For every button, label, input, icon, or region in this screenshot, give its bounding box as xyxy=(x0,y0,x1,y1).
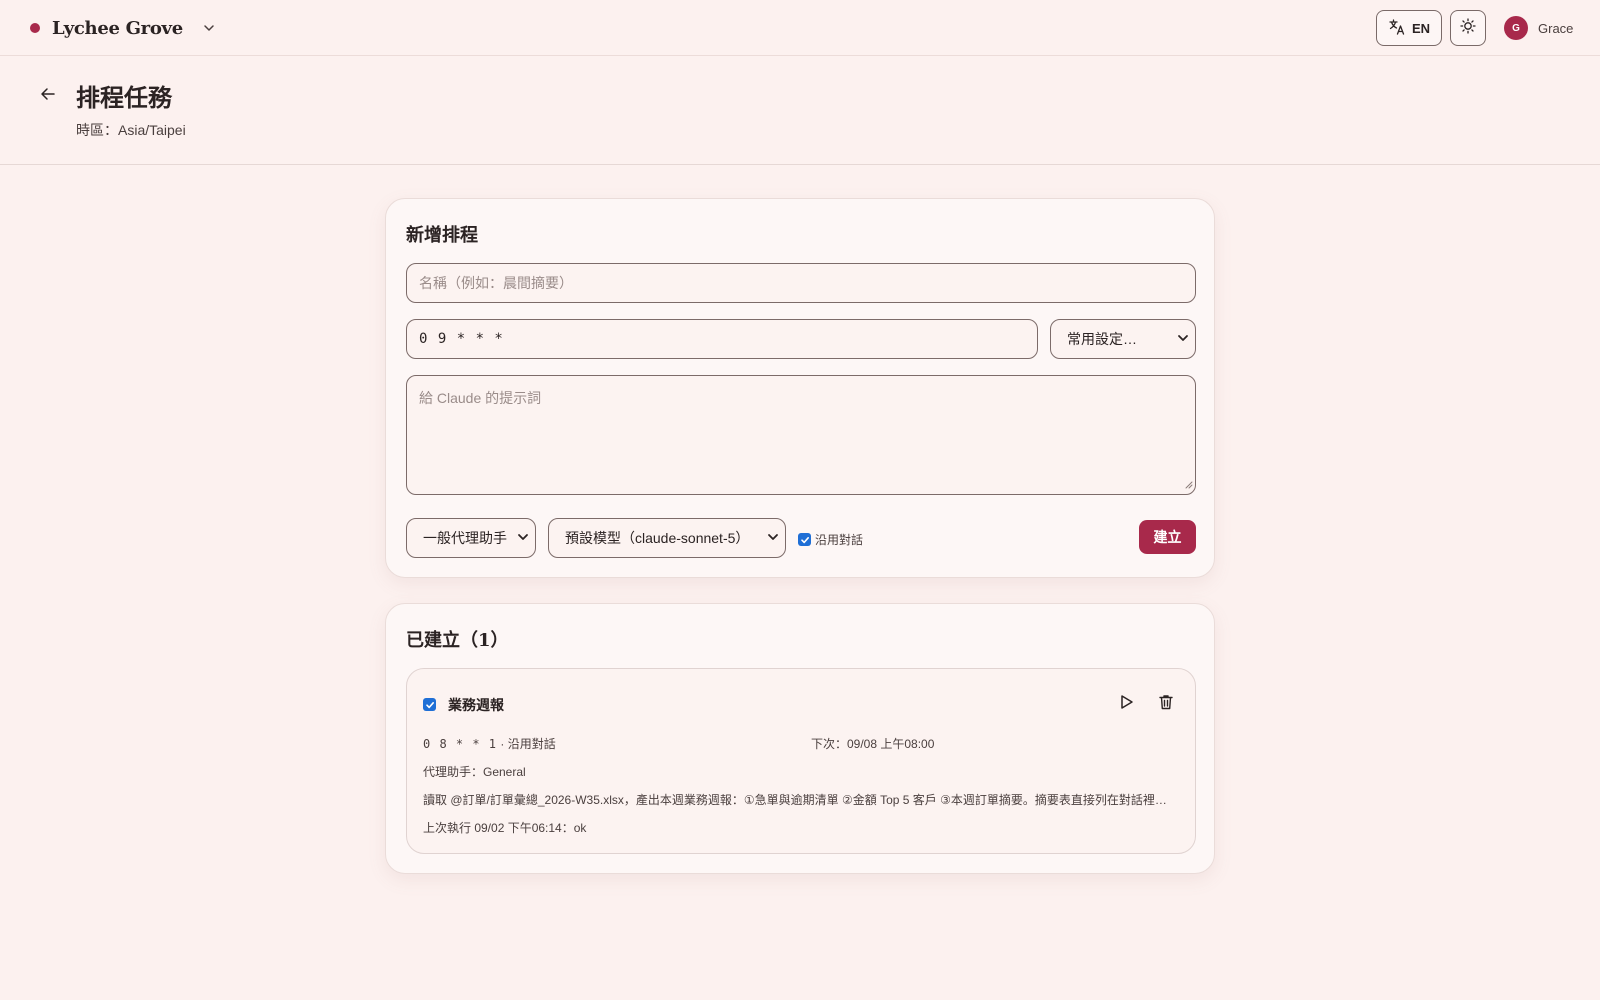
page-header: 排程任務 時區：Asia/Taipei xyxy=(0,56,1600,165)
task-last-run: 上次執行 09/02 下午06:14：ok xyxy=(423,821,587,835)
task-next-run: 下次：09/08 上午08:00 xyxy=(811,737,935,751)
create-button[interactable]: 建立 xyxy=(1139,520,1196,554)
arrow-left-icon xyxy=(40,86,56,107)
list-card-title: 已建立（1） xyxy=(406,630,509,651)
model-select-value: 預設模型（claude-sonnet-5） xyxy=(565,530,750,546)
language-button[interactable]: EN xyxy=(1376,10,1442,46)
translate-icon xyxy=(1388,18,1406,39)
brand-dot-icon xyxy=(30,23,40,33)
create-schedule-card: 新增排程 常用設定… 一般代理助手 預設模型（claude-sonnet-5） xyxy=(385,198,1215,578)
task-cron: 0 8 * * 1 xyxy=(423,737,498,751)
task-item: 業務週報 0 8 * * 1 · 沿用對話 下次：09/08 上午08:00 代… xyxy=(406,668,1196,854)
play-icon xyxy=(1117,693,1135,716)
create-card-title: 新增排程 xyxy=(406,225,478,245)
theme-toggle-button[interactable] xyxy=(1450,10,1486,46)
name-input[interactable] xyxy=(407,264,1195,302)
chevron-down-icon[interactable] xyxy=(203,22,215,34)
model-select[interactable]: 預設模型（claude-sonnet-5） xyxy=(548,518,786,558)
chevron-down-icon xyxy=(517,530,529,546)
avatar: G xyxy=(1504,16,1528,40)
page-title: 排程任務 xyxy=(76,85,172,112)
brand-name: Lychee Grove xyxy=(52,17,183,39)
trash-icon xyxy=(1157,693,1175,716)
schedule-list-card: 已建立（1） 業務週報 0 8 * * 1 · 沿用對話 下次：09/08 上午… xyxy=(385,603,1215,874)
continue-conversation-toggle[interactable]: 沿用對話 xyxy=(798,531,863,548)
agent-select-value: 一般代理助手 xyxy=(423,530,507,546)
sun-icon xyxy=(1460,17,1476,39)
preset-select[interactable]: 常用設定… xyxy=(1050,319,1196,359)
user-name: Grace xyxy=(1538,20,1574,36)
resize-grip-icon[interactable] xyxy=(1183,476,1193,492)
prompt-textarea[interactable] xyxy=(407,376,1195,494)
chevron-down-icon xyxy=(1177,331,1189,347)
run-now-button[interactable] xyxy=(1115,693,1137,715)
prompt-field[interactable] xyxy=(406,375,1196,495)
task-name: 業務週報 xyxy=(448,697,504,713)
chevron-down-icon xyxy=(767,530,779,546)
preset-select-value: 常用設定… xyxy=(1067,331,1137,347)
continue-conversation-label: 沿用對話 xyxy=(815,533,864,547)
delete-task-button[interactable] xyxy=(1155,693,1177,715)
task-agent: 代理助手：General xyxy=(423,765,526,779)
cron-input[interactable] xyxy=(407,320,1037,358)
timezone-label: 時區：Asia/Taipei xyxy=(76,122,186,138)
name-field[interactable] xyxy=(406,263,1196,303)
workspace-switcher[interactable]: Lychee Grove xyxy=(30,14,215,42)
task-prompt: 讀取 @訂單/訂單彙總_2026-W35.xlsx，產出本週業務週報：①急單與逾… xyxy=(423,793,1175,807)
language-label: EN xyxy=(1411,20,1431,36)
task-mode: · 沿用對話 xyxy=(500,737,556,751)
user-menu[interactable]: G Grace xyxy=(1504,16,1573,40)
cron-field[interactable] xyxy=(406,319,1038,359)
back-button[interactable] xyxy=(38,86,58,106)
continue-conversation-checkbox[interactable] xyxy=(798,533,811,546)
agent-select[interactable]: 一般代理助手 xyxy=(406,518,536,558)
task-enabled-checkbox[interactable] xyxy=(423,698,436,711)
task-schedule: 0 8 * * 1 · 沿用對話 xyxy=(423,735,556,752)
top-bar: Lychee Grove EN G Grace xyxy=(0,0,1600,56)
